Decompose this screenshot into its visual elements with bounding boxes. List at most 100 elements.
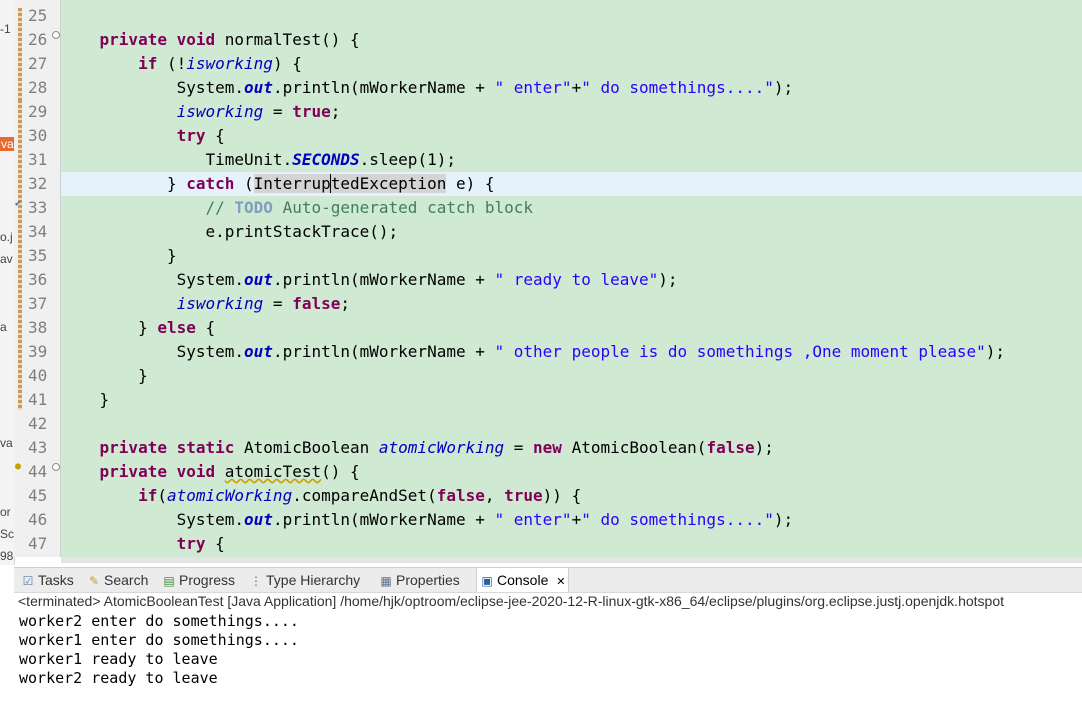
explorer-fragment: Sc — [0, 527, 15, 541]
explorer-fragment: a — [0, 320, 7, 334]
tab-label: Search — [104, 572, 149, 588]
search-icon: ✎ — [88, 574, 100, 588]
code-line[interactable]: // TODO Auto-generated catch block — [61, 196, 1082, 220]
tab-progress[interactable]: ▤ Progress — [159, 568, 238, 592]
code-line[interactable]: private void normalTest() { — [61, 28, 1082, 52]
code-token: () { — [321, 462, 360, 481]
code-line[interactable]: if(atomicWorking.compareAndSet(false, tr… — [61, 484, 1082, 508]
code-line[interactable]: System.out.println(mWorkerName + " enter… — [61, 76, 1082, 100]
explorer-fragment: o.j — [0, 230, 13, 244]
tab-label: Tasks — [38, 572, 74, 588]
code-line[interactable]: } — [61, 364, 1082, 388]
code-token: private void — [99, 462, 216, 481]
code-token: ); — [773, 510, 794, 529]
line-number: 33 — [28, 198, 48, 217]
code-token: } — [138, 366, 148, 385]
explorer-fragment: 98 — [0, 549, 14, 563]
code-token: ( — [234, 174, 254, 193]
code-token: isworking — [176, 294, 264, 313]
line-number: 34 — [28, 222, 48, 241]
code-token: true — [504, 486, 543, 505]
line-number: 28 — [28, 78, 48, 97]
code-token: TimeUnit. — [205, 150, 293, 169]
code-token-highlight: tedException — [329, 174, 447, 193]
code-token: " do somethings...." — [581, 510, 774, 529]
code-token: normalTest() { — [215, 30, 360, 49]
code-token: + — [571, 78, 582, 97]
editor-scrollbar[interactable] — [61, 557, 1082, 563]
code-line[interactable]: if (!isworking) { — [61, 52, 1082, 76]
code-token: ); — [985, 342, 1006, 361]
console-line: worker1 ready to leave — [19, 650, 218, 668]
explorer-fragment: va — [0, 436, 13, 450]
close-icon[interactable]: ✕ — [556, 576, 565, 588]
code-line[interactable]: System.out.println(mWorkerName + " ready… — [61, 268, 1082, 292]
line-number: 39 — [28, 342, 48, 361]
line-number: 43 — [28, 438, 48, 457]
code-line[interactable]: System.out.println(mWorkerName + " other… — [61, 340, 1082, 364]
code-token: atomicWorking — [378, 438, 505, 457]
code-line[interactable]: try { — [61, 124, 1082, 148]
code-editor[interactable]: private void normalTest() { if (!isworki… — [61, 0, 1082, 557]
code-token: out — [244, 510, 273, 529]
line-number: 27 — [28, 54, 48, 73]
code-line[interactable]: TimeUnit.SECONDS.sleep(1); — [61, 148, 1082, 172]
line-number: 26 — [28, 30, 48, 49]
tab-label: Properties — [396, 572, 460, 588]
code-line[interactable]: try { — [61, 532, 1082, 556]
line-number: 31 — [28, 150, 48, 169]
code-token: isworking — [186, 54, 273, 73]
code-line[interactable]: e.printStackTrace(); — [61, 220, 1082, 244]
code-token: else — [157, 318, 196, 337]
code-token: " do somethings...." — [581, 78, 774, 97]
tab-properties[interactable]: ▦ Properties — [376, 568, 463, 592]
code-token: } — [166, 174, 187, 193]
code-token: = — [263, 294, 293, 313]
code-token: atomicWorking — [166, 486, 293, 505]
tab-console[interactable]: ▣ Console ✕ — [476, 568, 570, 592]
tab-type-hierarchy[interactable]: ⋮ Type Hierarchy — [246, 568, 363, 592]
explorer-fragment-selected[interactable]: va — [0, 137, 14, 151]
line-number: 47 — [28, 534, 48, 553]
code-line[interactable]: isworking = true; — [61, 100, 1082, 124]
line-number: 30 — [28, 126, 48, 145]
tab-label: Console — [497, 572, 549, 588]
code-line[interactable]: private void atomicTest() { — [61, 460, 1082, 484]
line-number: 40 — [28, 366, 48, 385]
code-line[interactable]: System.out.println(mWorkerName + " enter… — [61, 508, 1082, 532]
line-number: 35 — [28, 246, 48, 265]
line-number: 32 — [28, 174, 48, 193]
code-token: " enter" — [494, 510, 572, 529]
tab-tasks[interactable]: ☑ Tasks — [18, 568, 77, 592]
line-number: 25 — [28, 6, 48, 25]
code-token: .compareAndSet( — [292, 486, 437, 505]
code-token: .println(mWorkerName + — [272, 78, 495, 97]
code-line[interactable]: isworking = false; — [61, 292, 1082, 316]
code-line-current[interactable]: } catch (InterruptedException e) { — [61, 172, 1082, 196]
code-token: true — [292, 102, 331, 121]
code-token: SECONDS — [292, 150, 360, 169]
code-line[interactable]: private static AtomicBoolean atomicWorki… — [61, 436, 1082, 460]
code-line[interactable]: } else { — [61, 316, 1082, 340]
code-token: e.printStackTrace(); — [205, 222, 399, 241]
console-icon: ▣ — [481, 574, 493, 588]
console-line: worker1 enter do somethings.... — [19, 631, 299, 649]
code-token: " other people is do somethings ,One mom… — [494, 342, 986, 361]
code-token: " ready to leave" — [494, 270, 659, 289]
code-line[interactable]: } — [61, 244, 1082, 268]
code-token: if — [138, 486, 158, 505]
code-token: ); — [658, 270, 678, 289]
tab-search[interactable]: ✎ Search — [84, 568, 151, 592]
code-token: TODO — [234, 198, 273, 217]
code-token: = — [504, 438, 534, 457]
tasks-icon: ☑ — [22, 574, 34, 588]
code-token: (! — [157, 54, 187, 73]
code-line[interactable]: } — [61, 388, 1082, 412]
code-token: + — [571, 510, 582, 529]
code-token: if — [138, 54, 158, 73]
console-output[interactable]: worker2 enter do somethings.... worker1 … — [19, 612, 1079, 710]
code-token: System. — [176, 510, 245, 529]
code-token: { — [205, 534, 225, 553]
code-token: out — [244, 342, 273, 361]
